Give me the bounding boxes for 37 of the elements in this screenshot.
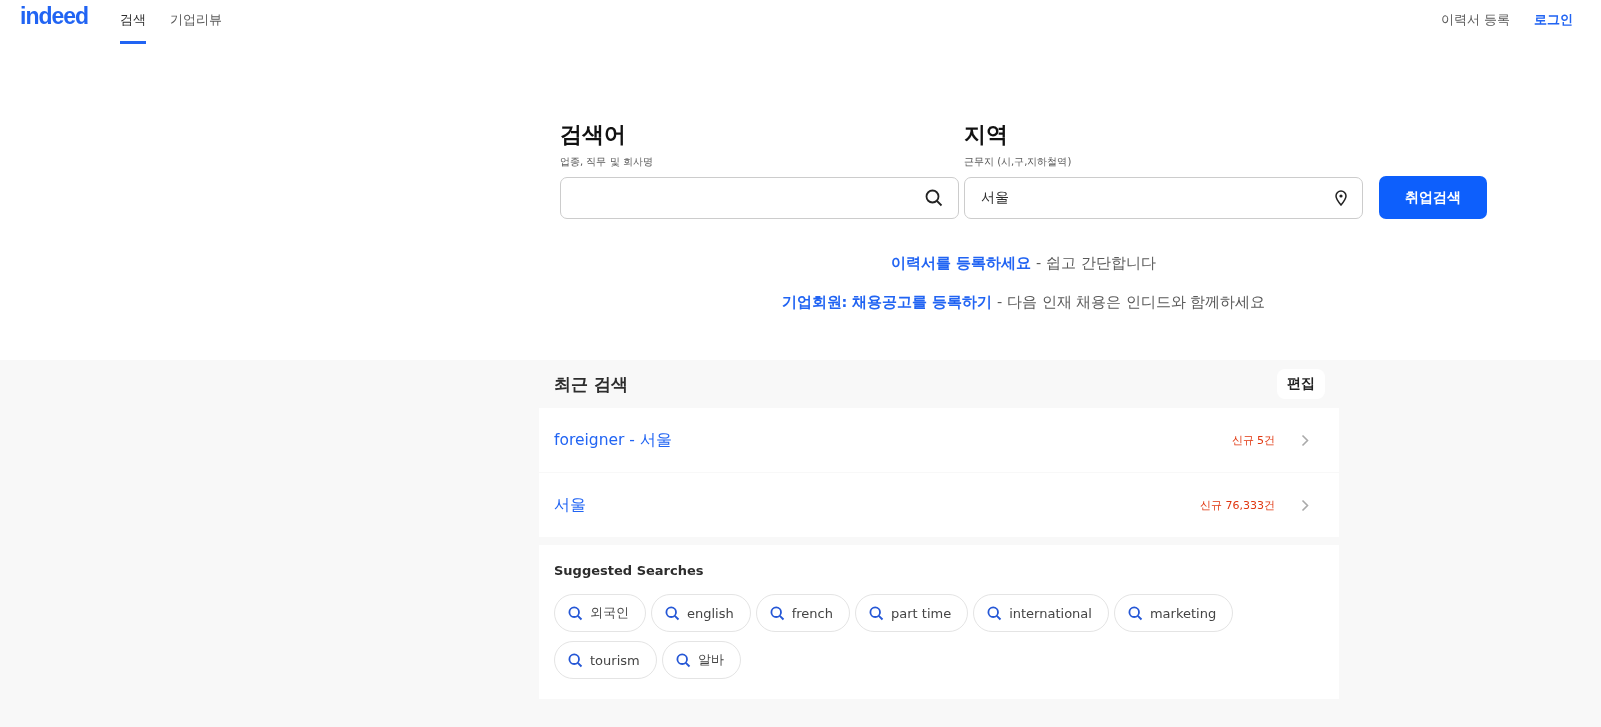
field-hint: 근무지 (시,구,지하철역) (964, 155, 1073, 169)
section-title: 최근 검색 (554, 372, 628, 396)
search-icon (925, 189, 943, 207)
search-icon (987, 605, 1003, 621)
edit-button[interactable]: 편집 (1277, 369, 1325, 399)
search-icon (869, 605, 884, 621)
indeed-logo[interactable]: indeed (20, 3, 89, 30)
search-icon (568, 605, 583, 621)
header-link[interactable]: 이력서 등록 (1440, 11, 1510, 44)
search-icon (568, 652, 583, 668)
field-label: 지역 (964, 121, 1009, 149)
keyword-input-field[interactable] (560, 177, 959, 219)
section-title: Suggested Searches (554, 563, 705, 578)
search-icon (665, 605, 680, 621)
recent-search-row[interactable]: 서울 신규 76,333건 (539, 473, 1339, 537)
search-icon (675, 652, 691, 668)
nav-tab[interactable]: 검색 (120, 0, 147, 44)
location-pin-icon (1335, 190, 1347, 206)
field-hint: 업종, 직무 및 회사명 (560, 155, 654, 169)
promo-link[interactable]: 기업회원: 채용공고를 등록하기 (781, 294, 993, 310)
recent-query: 서울 (554, 494, 587, 516)
chevron-right-icon (1301, 433, 1309, 447)
field-label: 검색어 (560, 121, 627, 149)
recent-search-row[interactable]: foreigner - 서울 신규 5건 (539, 408, 1339, 472)
recent-query: foreigner - 서울 (554, 429, 673, 451)
location-input-field[interactable]: 서울 (964, 177, 1363, 219)
promo-text: 기업회원: 채용공고를 등록하기 - 다음 인재 채용은 인디드와 함께하세요 (780, 293, 1267, 312)
promo-link[interactable]: 이력서를 등록하세요 (891, 255, 1032, 271)
search-icon (769, 605, 785, 621)
header-link[interactable]: 로그인 (1534, 11, 1573, 44)
new-count: 신규 76,333건 (1200, 497, 1275, 513)
new-count: 신규 5건 (1231, 432, 1275, 448)
promo-text: 이력서를 등록하세요 - 쉽고 간단합니다 (890, 254, 1157, 273)
chevron-right-icon (1301, 498, 1309, 512)
search-icon (1127, 605, 1143, 621)
nav-tab[interactable]: 기업리뷰 (170, 0, 223, 44)
find-jobs-button[interactable]: 취업검색 (1379, 176, 1487, 219)
